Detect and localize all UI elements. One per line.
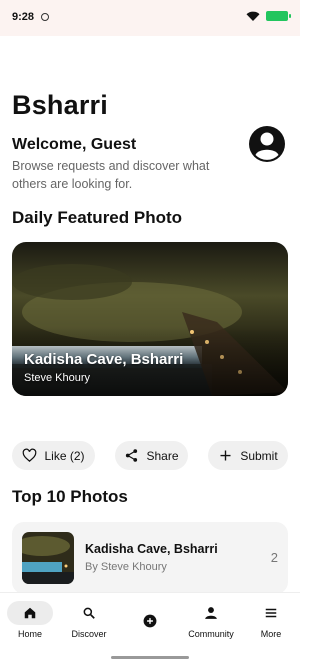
nav-add[interactable] bbox=[120, 593, 180, 633]
nav-more-label: More bbox=[260, 629, 282, 639]
like-label: Like (2) bbox=[44, 448, 85, 463]
submit-button[interactable]: Submit bbox=[208, 441, 288, 470]
heart-icon bbox=[23, 448, 37, 462]
welcome-subtitle: Browse requests and discover what others… bbox=[12, 159, 210, 191]
featured-section-title: Daily Featured Photo bbox=[12, 208, 183, 227]
nav-more[interactable]: More bbox=[241, 593, 301, 639]
page-title: Bsharri bbox=[12, 90, 108, 120]
share-icon bbox=[126, 449, 138, 462]
share-button[interactable]: Share bbox=[115, 441, 188, 470]
submit-label: Submit bbox=[240, 448, 278, 463]
featured-photo-title: Kadisha Cave, Bsharri bbox=[24, 351, 184, 368]
status-icons bbox=[246, 11, 291, 21]
top-photo-author: By Steve Khoury bbox=[85, 561, 167, 573]
battery-icon bbox=[266, 11, 291, 21]
account-avatar-icon[interactable] bbox=[249, 126, 285, 162]
share-label: Share bbox=[146, 448, 179, 463]
add-circle-icon bbox=[143, 614, 157, 628]
top-photo-rank: 2 bbox=[270, 550, 278, 565]
welcome-heading: Welcome, Guest bbox=[12, 136, 137, 153]
nav-community[interactable]: Community bbox=[181, 593, 241, 639]
top-photos-title: Top 10 Photos bbox=[12, 487, 128, 506]
person-icon bbox=[205, 607, 217, 619]
home-indicator bbox=[111, 656, 189, 659]
featured-caption: Kadisha Cave, Bsharri Steve Khoury bbox=[24, 351, 183, 384]
nav-discover[interactable]: Discover bbox=[59, 593, 119, 639]
search-icon bbox=[83, 607, 95, 619]
list-item[interactable]: Kadisha Cave, Bsharri By Steve Khoury 2 bbox=[12, 522, 288, 594]
nav-home[interactable]: Home bbox=[0, 593, 60, 639]
nav-community-label: Community bbox=[188, 629, 234, 639]
featured-photo-author: Steve Khoury bbox=[24, 372, 91, 384]
home-icon bbox=[24, 607, 36, 619]
photo-thumbnail bbox=[22, 532, 74, 584]
status-bar: 9:28 bbox=[0, 0, 300, 36]
plus-icon bbox=[220, 450, 231, 461]
status-time: 9:28 bbox=[12, 11, 35, 23]
nav-home-label: Home bbox=[17, 629, 42, 639]
top-photo-title: Kadisha Cave, Bsharri bbox=[85, 542, 218, 556]
menu-icon bbox=[265, 608, 277, 618]
featured-photo-card[interactable]: Kadisha Cave, Bsharri Steve Khoury bbox=[12, 242, 288, 396]
wifi-icon bbox=[246, 11, 260, 21]
nav-discover-label: Discover bbox=[71, 629, 107, 639]
notification-icon bbox=[41, 13, 49, 21]
like-button[interactable]: Like (2) bbox=[12, 441, 95, 470]
